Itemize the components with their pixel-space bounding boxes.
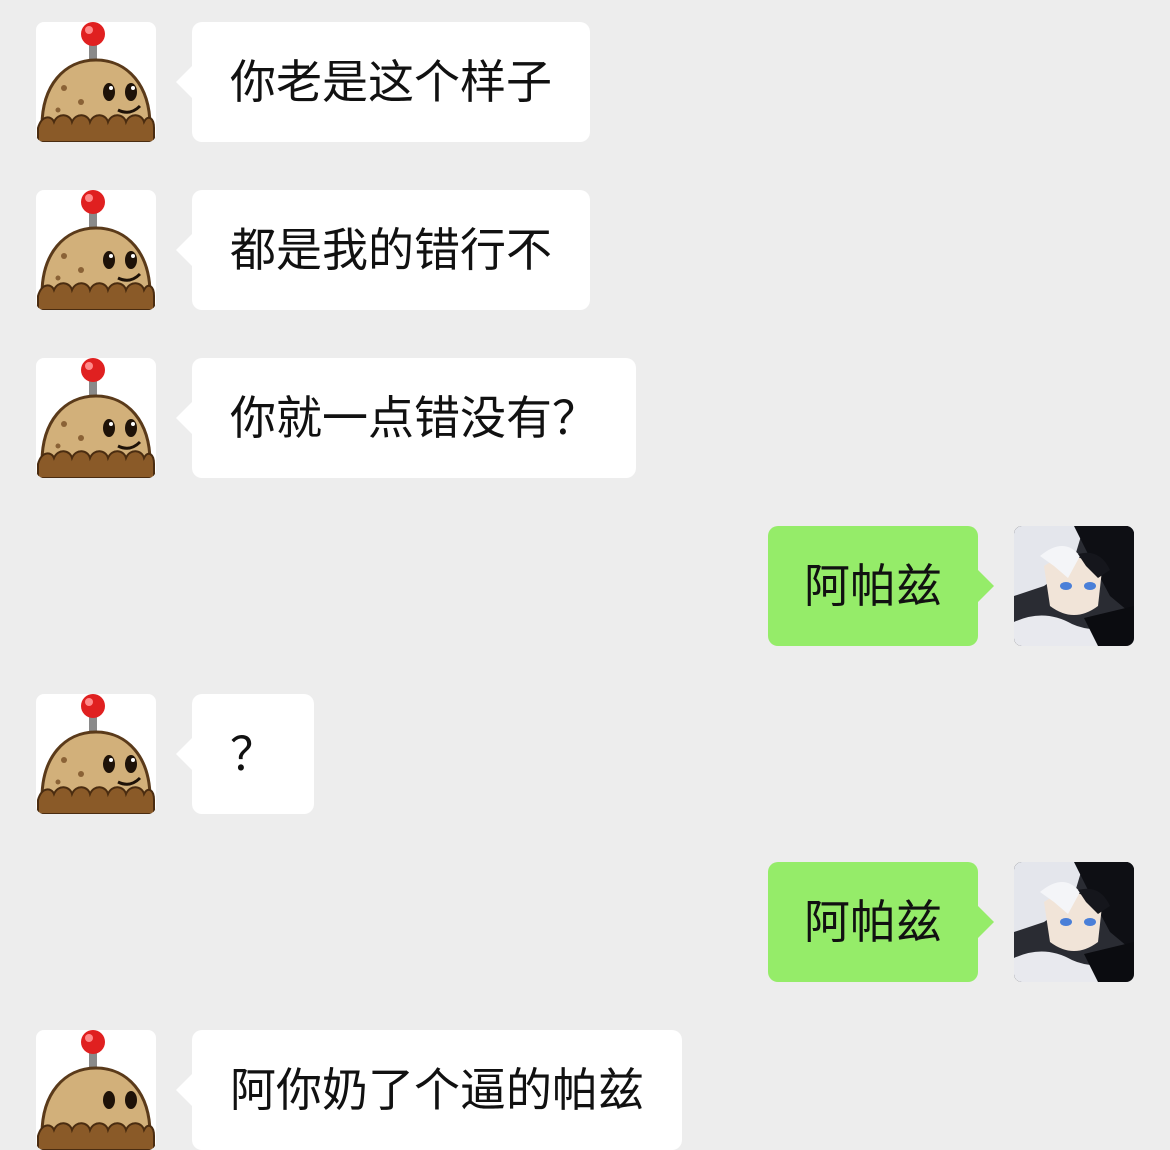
- message-bubble[interactable]: 阿帕兹: [768, 862, 994, 982]
- potato-mine-icon: [37, 1030, 155, 1150]
- chat-message-incoming: 阿你奶了个逼的帕兹: [0, 1030, 1170, 1150]
- chat-message-incoming: 你就一点错没有？: [0, 358, 1170, 478]
- message-bubble[interactable]: 阿你奶了个逼的帕兹: [176, 1030, 682, 1150]
- potato-mine-avatar[interactable]: [36, 358, 156, 478]
- anime-character-icon: [1014, 862, 1134, 982]
- chat-message-outgoing: 阿帕兹: [0, 526, 1170, 646]
- chat-message-incoming: 都是我的错行不: [0, 190, 1170, 310]
- potato-mine-avatar[interactable]: [36, 1030, 156, 1150]
- potato-mine-icon: [37, 358, 155, 478]
- message-bubble[interactable]: 都是我的错行不: [176, 190, 590, 310]
- chat-message-incoming: ？: [0, 694, 1170, 814]
- chat-message-incoming: 你老是这个样子: [0, 22, 1170, 142]
- potato-mine-avatar[interactable]: [36, 22, 156, 142]
- message-bubble[interactable]: 你就一点错没有？: [176, 358, 636, 478]
- potato-mine-icon: [37, 694, 155, 814]
- anime-character-icon: [1014, 526, 1134, 646]
- message-bubble[interactable]: ？: [176, 694, 314, 814]
- chat-message-outgoing: 阿帕兹: [0, 862, 1170, 982]
- potato-mine-avatar[interactable]: [36, 694, 156, 814]
- anime-character-avatar[interactable]: [1014, 862, 1134, 982]
- message-bubble[interactable]: 你老是这个样子: [176, 22, 590, 142]
- anime-character-avatar[interactable]: [1014, 526, 1134, 646]
- message-bubble[interactable]: 阿帕兹: [768, 526, 994, 646]
- potato-mine-avatar[interactable]: [36, 190, 156, 310]
- potato-mine-icon: [37, 22, 155, 142]
- potato-mine-icon: [37, 190, 155, 310]
